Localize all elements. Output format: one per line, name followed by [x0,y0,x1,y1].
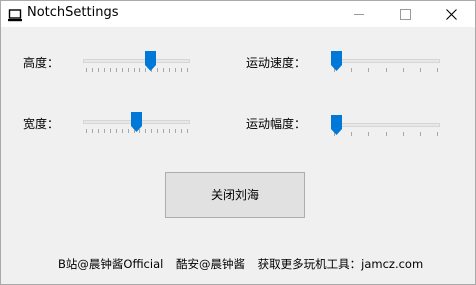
footer-coolapk: 酷安@晨钟酱 [175,257,245,271]
slider-tick [163,68,165,72]
slider-tick [86,129,87,133]
slider-tick [402,132,404,136]
slider-tick [419,68,421,72]
slider-tick [169,129,171,133]
window-title: NotchSettings [27,5,119,20]
slider-tick [115,129,117,133]
slider-tick [97,68,99,72]
slider-tick [368,68,370,72]
slider-tick [109,129,111,133]
slider-tick [133,68,135,72]
slider-tick [115,68,117,72]
slider-tick [139,68,141,72]
amplitude-slider[interactable] [331,115,440,145]
slider-tick [368,132,370,136]
app-window: NotchSettings 高度： 宽度： 运动速度： 运动幅度： 关闭刘海 B… [0,0,476,285]
slider-tick [175,68,177,72]
width-slider[interactable] [83,112,190,142]
slider-tick [86,68,87,72]
slider-tick [437,132,438,136]
footer-bilibili: B站@晨钟酱Official [58,257,164,271]
slider-tick [91,129,93,133]
slider-tick [437,68,438,72]
slider-tick [157,129,159,133]
slider-tick [187,129,188,133]
slider-ticks [86,68,188,73]
slider-tick [351,68,353,72]
close-button[interactable] [429,1,475,27]
slider-tick [175,129,177,133]
slider-track [331,123,440,127]
slider-tick [103,68,105,72]
slider-tick [127,129,129,133]
slider-tick [121,129,123,133]
slider-tick [351,132,353,136]
maximize-icon [400,9,411,20]
footer-credits: B站@晨钟酱Official 酷安@晨钟酱 获取更多玩机工具：jamcz.com [58,256,432,272]
slider-tick [127,68,129,72]
speed-label: 运动速度： [246,56,307,70]
slider-tick [169,68,171,72]
maximize-button[interactable] [383,1,429,27]
slider-track [331,59,440,63]
slider-tick [402,68,404,72]
height-label: 高度： [23,56,60,70]
slider-thumb[interactable] [131,112,142,132]
slider-tick [121,68,123,72]
minimize-button[interactable] [337,1,383,27]
slider-tick [145,129,147,133]
slider-thumb[interactable] [145,51,157,71]
slider-ticks [334,68,438,73]
close-icon [446,9,457,20]
slider-ticks [334,132,438,137]
slider-tick [163,129,165,133]
slider-tick [385,68,387,72]
slider-thumb[interactable] [331,51,342,71]
slider-track [83,59,190,63]
slider-tick [181,68,183,72]
slider-tick [187,68,188,72]
speed-slider[interactable] [331,51,440,81]
laptop-icon [8,7,22,26]
amplitude-label: 运动幅度： [246,117,307,131]
slider-tick [419,132,421,136]
footer-more-tools: 获取更多玩机工具：jamcz.com [257,257,424,271]
slider-tick [181,129,183,133]
width-label: 宽度： [23,117,60,131]
slider-tick [103,129,105,133]
slider-tick [151,129,153,133]
slider-tick [97,129,99,133]
height-slider[interactable] [83,51,190,81]
close-notch-button[interactable]: 关闭刘海 [165,172,305,218]
slider-tick [385,132,387,136]
title-bar[interactable]: NotchSettings [1,1,475,27]
minimize-icon [354,14,364,15]
slider-thumb[interactable] [331,115,342,135]
slider-tick [109,68,111,72]
slider-tick [91,68,93,72]
slider-tick [157,68,159,72]
